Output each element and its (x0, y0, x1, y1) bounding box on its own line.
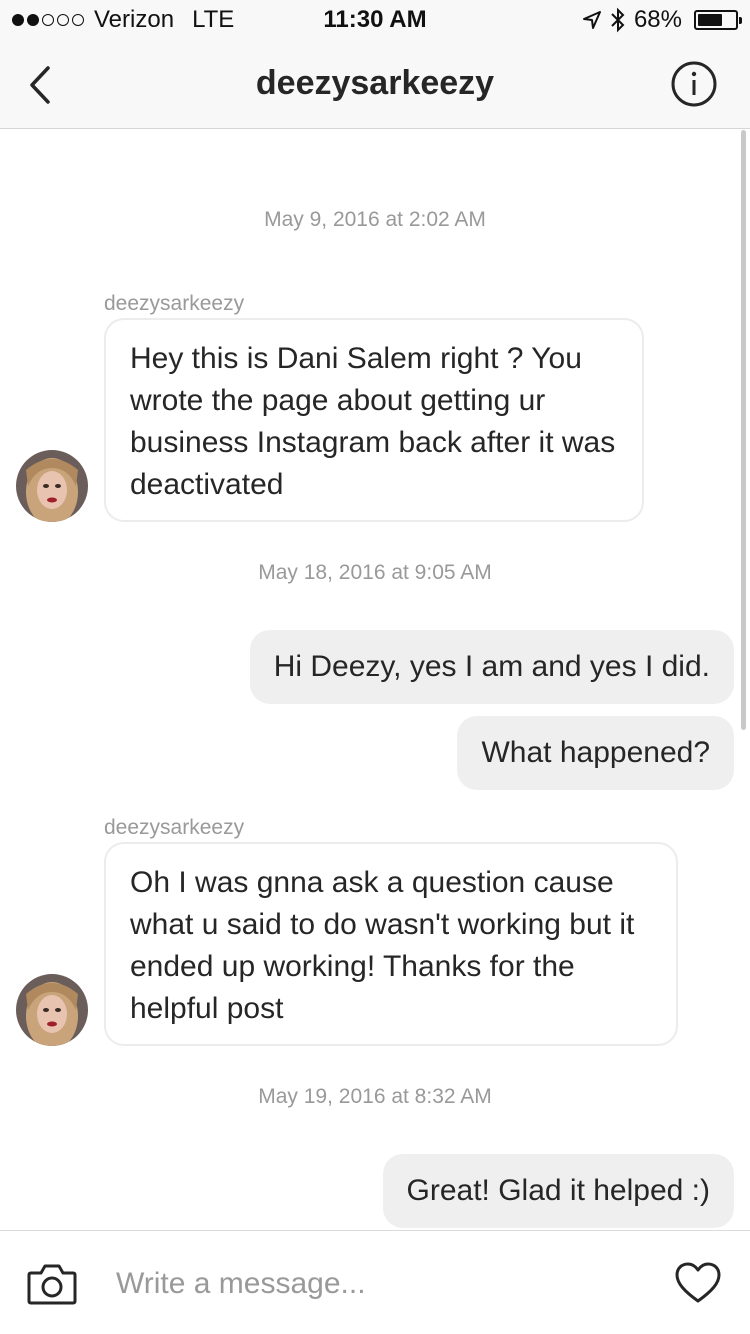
status-bar: Verizon LTE 11:30 AM 68% (0, 0, 750, 40)
timestamp: May 9, 2016 at 2:02 AM (264, 208, 486, 231)
avatar-image (16, 450, 88, 522)
info-circle-icon (671, 61, 717, 107)
camera-icon (27, 1264, 77, 1305)
message-thread[interactable]: May 9, 2016 at 2:02 AM deezysarkeezy Hey… (0, 130, 750, 1230)
incoming-message[interactable]: Hey this is Dani Salem right ? You wrote… (104, 318, 644, 522)
sender-name: deezysarkeezy (104, 816, 245, 839)
avatar-image (16, 974, 88, 1046)
heart-icon (675, 1262, 721, 1303)
battery-level-fill (698, 14, 723, 26)
outgoing-message[interactable]: Great! Glad it helped :) (382, 1154, 734, 1228)
conversation-title[interactable]: deezysarkeezy (0, 64, 750, 103)
avatar[interactable] (16, 974, 88, 1046)
avatar[interactable] (16, 450, 88, 522)
incoming-message[interactable]: Oh I was gnna ask a question cause what … (104, 842, 678, 1046)
info-button[interactable] (670, 60, 718, 108)
outgoing-message[interactable]: Hi Deezy, yes I am and yes I did. (249, 630, 734, 704)
compose-bar (0, 1230, 750, 1334)
outgoing-message[interactable]: What happened? (457, 716, 734, 790)
status-right: 68% (582, 6, 742, 34)
like-button[interactable] (674, 1261, 722, 1305)
timestamp: May 18, 2016 at 9:05 AM (258, 561, 492, 584)
battery-icon (694, 10, 742, 30)
timestamp: May 19, 2016 at 8:32 AM (258, 1085, 492, 1108)
conversation-header: deezysarkeezy (0, 40, 750, 129)
location-arrow-icon (582, 11, 601, 29)
bluetooth-icon (611, 7, 625, 33)
battery-percent: 68% (633, 6, 682, 33)
message-input[interactable] (116, 1261, 616, 1307)
camera-button[interactable] (26, 1261, 78, 1307)
sender-name: deezysarkeezy (104, 292, 245, 315)
